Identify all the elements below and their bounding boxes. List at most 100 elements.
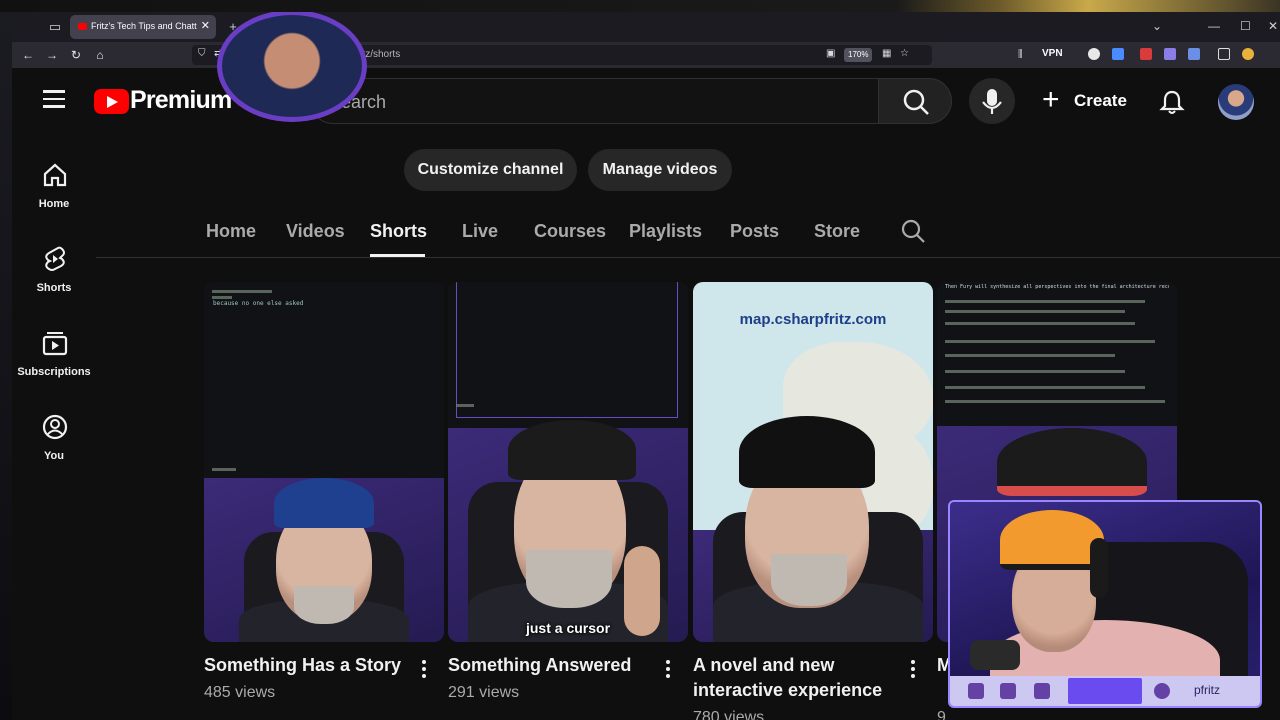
terminal-screenshot: Then Fury will synthesize all perspectiv… xyxy=(937,282,1177,426)
masthead: Premium + Create xyxy=(12,68,1280,134)
youtube-logo-icon[interactable] xyxy=(94,89,129,114)
zoom-level-badge[interactable]: 170% xyxy=(844,48,873,62)
customize-channel-button[interactable]: Customize channel xyxy=(404,149,577,191)
short-thumbnail[interactable]: because no one else asked xyxy=(204,282,444,642)
guide-label: Shorts xyxy=(36,282,72,294)
menu-icon[interactable] xyxy=(43,90,65,108)
minimize-button[interactable]: — xyxy=(1208,19,1220,33)
library-icon[interactable]: ⫼ xyxy=(1018,49,1023,60)
guide-label: Home xyxy=(38,198,70,210)
short-thumbnail[interactable]: map.csharpfritz.com xyxy=(693,282,933,642)
terminal-text: Then Fury will synthesize all perspectiv… xyxy=(945,284,1169,290)
voice-search-button[interactable] xyxy=(969,78,1015,124)
search-icon xyxy=(903,89,929,115)
short-thumbnail[interactable]: just a cursor xyxy=(448,282,688,642)
tab-shorts[interactable]: Shorts xyxy=(370,221,427,242)
more-actions-icon[interactable] xyxy=(909,660,917,682)
create-button[interactable]: + Create xyxy=(1032,80,1150,122)
channel-search-icon[interactable] xyxy=(900,218,926,244)
manage-videos-button[interactable]: Manage videos xyxy=(588,149,732,191)
cap-shape xyxy=(508,420,636,480)
home-button[interactable]: ⌂ xyxy=(92,47,108,63)
forward-button[interactable]: → xyxy=(44,47,60,63)
cap-shape xyxy=(997,428,1147,496)
short-title[interactable]: Something Has a Story xyxy=(204,653,414,678)
subscriptions-icon xyxy=(42,332,68,356)
microphone-shape xyxy=(970,640,1020,670)
maximize-button[interactable]: ☐ xyxy=(1240,19,1251,33)
desktop-left-edge xyxy=(0,12,12,720)
desktop-background-strip xyxy=(0,0,1280,12)
you-icon xyxy=(42,414,68,440)
twitter-icon xyxy=(1034,683,1050,699)
more-actions-icon[interactable] xyxy=(664,660,672,682)
more-actions-icon[interactable] xyxy=(420,660,428,682)
terminal-screenshot xyxy=(448,282,688,428)
list-all-tabs-icon[interactable]: ⌄ xyxy=(1152,19,1162,33)
tab-videos[interactable]: Videos xyxy=(286,221,345,242)
search-input[interactable] xyxy=(329,90,849,114)
short-title[interactable]: Something Answered xyxy=(448,653,658,678)
guide-label: You xyxy=(44,450,64,462)
extension-people-icon[interactable] xyxy=(1188,48,1200,60)
extension-record-icon[interactable] xyxy=(1140,48,1152,60)
microphone-icon xyxy=(982,89,1002,114)
tab-live[interactable]: Live xyxy=(462,221,498,242)
short-views: 780 views xyxy=(693,709,765,720)
shield-icon[interactable]: ⛉ xyxy=(198,48,206,59)
home-icon xyxy=(43,163,67,187)
extension-badge-icon[interactable] xyxy=(1242,48,1254,60)
guide-item-home[interactable]: Home xyxy=(16,152,92,226)
beard-shape xyxy=(526,550,612,608)
guide-item-shorts[interactable]: Shorts xyxy=(16,236,92,310)
vpn-button[interactable]: VPN xyxy=(1042,48,1063,59)
github-icon xyxy=(1154,683,1170,699)
search-box[interactable] xyxy=(310,78,878,124)
highlight-pill xyxy=(1068,678,1142,704)
tab-overview-icon[interactable]: ▭ xyxy=(46,18,64,36)
social-links-bar: pfritz xyxy=(950,676,1260,706)
reader-view-icon[interactable]: ▣ xyxy=(826,48,835,59)
youtube-favicon-icon xyxy=(78,23,87,30)
tab-store[interactable]: Store xyxy=(814,221,860,242)
tab-courses[interactable]: Courses xyxy=(534,221,606,242)
tab-home[interactable]: Home xyxy=(206,221,256,242)
tab-playlists[interactable]: Playlists xyxy=(629,221,702,242)
plus-icon: + xyxy=(1042,83,1060,116)
shorts-icon xyxy=(45,246,65,271)
social-handle: pfritz xyxy=(1194,683,1221,697)
close-window-button[interactable]: ✕ xyxy=(1268,19,1278,33)
guide-label: Subscriptions xyxy=(17,366,91,378)
extension-clock-icon[interactable] xyxy=(1088,48,1100,60)
extension-shield-icon[interactable] xyxy=(1164,48,1176,60)
account-avatar[interactable] xyxy=(1218,84,1254,120)
short-title[interactable]: A novel and new interactive experience xyxy=(693,653,903,703)
short-views: 9 xyxy=(937,709,946,720)
extensions-grid-icon[interactable]: ▦ xyxy=(882,48,891,59)
active-tab-indicator xyxy=(370,254,425,257)
cap-shape xyxy=(739,416,875,488)
guide-item-you[interactable]: You xyxy=(16,404,92,478)
channel-avatar[interactable] xyxy=(217,12,367,122)
reload-button[interactable]: ↻ xyxy=(68,47,84,63)
extensions-puzzle-icon[interactable] xyxy=(1218,48,1230,60)
browser-tab-bar: ▭ Fritz's Tech Tips and Chatter - YouTub… xyxy=(12,12,1280,42)
search-button[interactable] xyxy=(878,78,952,124)
webcam-overlay: pfritz xyxy=(948,500,1262,708)
browser-tab-active[interactable]: Fritz's Tech Tips and Chatter - YouTube … xyxy=(70,15,216,39)
guide-item-subscriptions[interactable]: Subscriptions xyxy=(16,320,92,394)
bookmark-star-icon[interactable]: ☆ xyxy=(900,48,909,59)
headset-shape xyxy=(1090,538,1108,598)
video-caption: just a cursor xyxy=(525,620,611,636)
youtube-icon xyxy=(1000,683,1016,699)
cap-shape xyxy=(274,478,374,528)
tab-posts[interactable]: Posts xyxy=(730,221,779,242)
logo-text[interactable]: Premium xyxy=(130,86,232,115)
back-button[interactable]: ← xyxy=(20,47,36,63)
beard-shape xyxy=(294,586,354,624)
notifications-bell-icon[interactable] xyxy=(1158,88,1186,116)
mini-guide: Home Shorts Subscriptions You xyxy=(12,134,96,720)
twitch-icon xyxy=(968,683,984,699)
extension-translate-icon[interactable] xyxy=(1112,48,1124,60)
tab-close-icon[interactable]: ✕ xyxy=(201,19,210,32)
